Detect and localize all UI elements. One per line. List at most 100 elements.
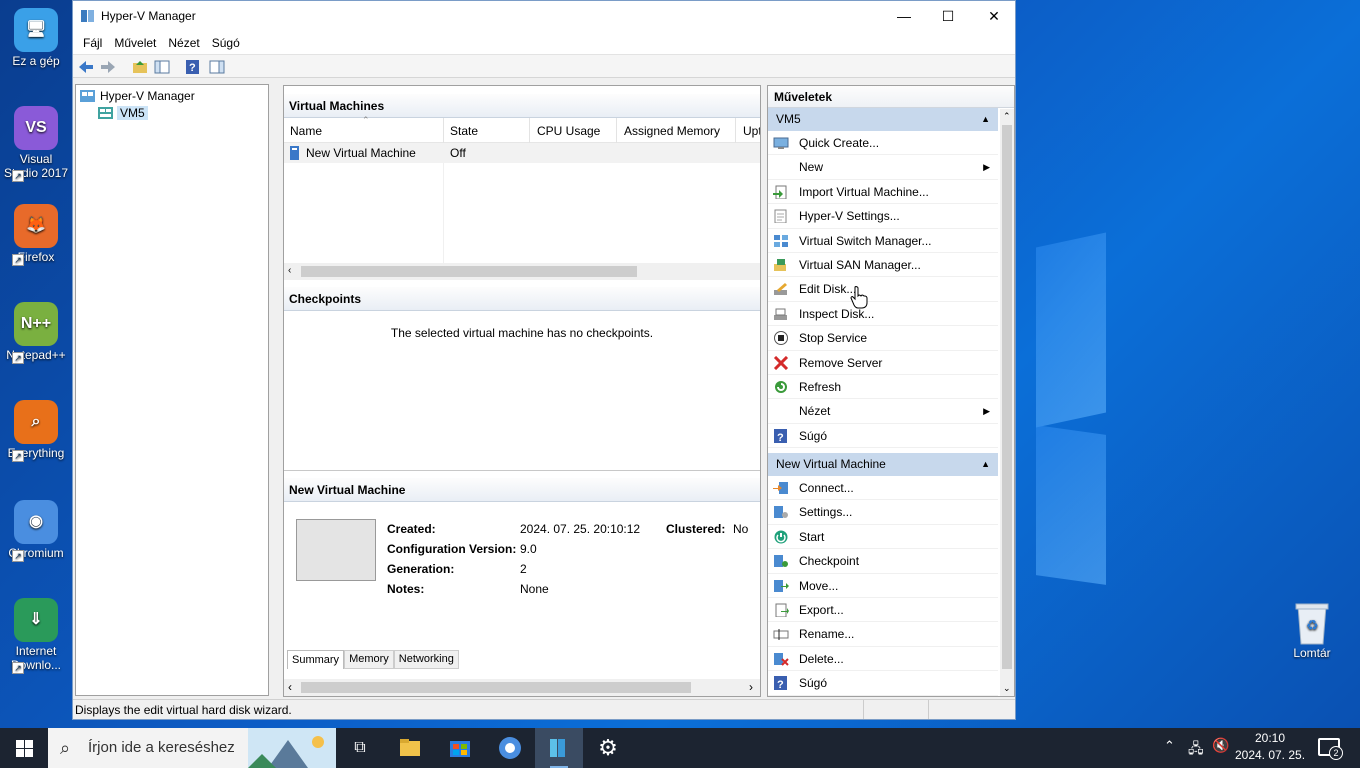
- show-hide-action-pane-icon[interactable]: [209, 59, 225, 75]
- vm-row[interactable]: New Virtual Machine Off: [284, 143, 760, 163]
- collapse-icon[interactable]: ▲: [981, 459, 990, 469]
- collapse-icon[interactable]: ▲: [981, 114, 990, 124]
- action-inspect-disk[interactable]: Inspect Disk...: [768, 302, 998, 327]
- clustered-value: No: [733, 522, 749, 536]
- action-connect[interactable]: Connect...: [768, 476, 998, 501]
- action-label: Quick Create...: [799, 136, 880, 150]
- action-refresh[interactable]: Refresh: [768, 375, 998, 400]
- tree-item-vm5[interactable]: VM5: [98, 106, 148, 120]
- action-stop-service[interactable]: Stop Service: [768, 326, 998, 351]
- show-hide-tree-icon[interactable]: [154, 59, 170, 75]
- hyperv-manager-icon: [80, 90, 95, 102]
- svg-text:?: ?: [189, 62, 196, 74]
- title-bar[interactable]: Hyper-V Manager — ☐ ✕: [73, 1, 1015, 32]
- hyperv-manager-taskbar-icon[interactable]: [535, 728, 583, 768]
- action-hyper-v-settings[interactable]: Hyper-V Settings...: [768, 204, 998, 229]
- shortcut-arrow-icon: ↗: [12, 450, 24, 462]
- action-center-icon[interactable]: 2: [1318, 738, 1343, 760]
- action-move[interactable]: Move...: [768, 574, 998, 599]
- recycle-bin-label: Lomtár: [1293, 646, 1331, 660]
- network-icon[interactable]: 🖧: [1188, 738, 1204, 762]
- menu-file[interactable]: Fájl: [77, 32, 108, 54]
- action-label: Edit Disk...: [799, 282, 857, 297]
- tab-summary[interactable]: Summary: [287, 650, 345, 669]
- shortcut-arrow-icon: ↗: [12, 662, 24, 674]
- action-import-virtual-machine[interactable]: Import Virtual Machine...: [768, 180, 998, 205]
- action-quick-create[interactable]: Quick Create...: [768, 131, 998, 156]
- show-hidden-icons-chevron-icon[interactable]: ⌃: [1164, 738, 1175, 754]
- vm-horizontal-scrollbar[interactable]: ‹: [284, 263, 760, 280]
- start-windows-icon[interactable]: [16, 740, 33, 757]
- forward-icon[interactable]: [100, 59, 116, 75]
- col-assigned-memory[interactable]: Assigned Memory: [624, 124, 720, 138]
- tab-networking[interactable]: Networking: [393, 650, 459, 669]
- task-view-icon[interactable]: ⧉: [336, 728, 384, 768]
- volume-muted-icon[interactable]: 🔇: [1212, 737, 1229, 754]
- action-label: Connect...: [799, 481, 854, 496]
- generation-value: 2: [520, 562, 527, 576]
- toolbar: ?: [73, 54, 1015, 78]
- taskbar-clock[interactable]: 20:10 2024. 07. 25.: [1232, 731, 1308, 762]
- action-settings[interactable]: Settings...: [768, 500, 998, 525]
- center-horizontal-scrollbar[interactable]: ‹ ›: [284, 679, 760, 696]
- action-delete[interactable]: Delete...: [768, 647, 998, 672]
- clock-time: 20:10: [1254, 731, 1286, 745]
- move-icon: [774, 579, 789, 592]
- actions-section-vm5[interactable]: VM5 ▲: [768, 108, 998, 131]
- action-checkpoint[interactable]: Checkpoint: [768, 549, 998, 574]
- desktop-icon-1[interactable]: ↗ VS Visual Studio 2017: [2, 106, 70, 182]
- action-export[interactable]: Export...: [768, 598, 998, 623]
- desktop-icon-6[interactable]: ↗ ⇓ Internet Downlo...: [2, 598, 70, 674]
- actions-header: Műveletek: [768, 86, 1014, 108]
- maximize-button[interactable]: ☐: [925, 1, 971, 32]
- desktop-icon-recycle-bin[interactable]: ♻ Lomtár: [1280, 600, 1344, 660]
- desktop-icon-5[interactable]: ↗ ◉ Chromium: [2, 500, 70, 562]
- action-virtual-switch-manager[interactable]: Virtual Switch Manager...: [768, 229, 998, 253]
- action-virtual-san-manager[interactable]: Virtual SAN Manager...: [768, 253, 998, 278]
- microsoft-store-icon[interactable]: [436, 728, 484, 768]
- action-nézet[interactable]: Nézet ▶: [768, 399, 998, 424]
- col-uptime[interactable]: Upt: [743, 124, 760, 138]
- desktop-icon-0[interactable]: 🖥 Ez a gép: [2, 8, 70, 68]
- desktop-icon-4[interactable]: ↗ ⌕ Everything: [2, 400, 70, 462]
- tree-root-hyperv-manager[interactable]: Hyper-V Manager: [80, 89, 195, 103]
- actions-vertical-scrollbar[interactable]: ⌃ ⌄: [1000, 109, 1014, 696]
- notes-label: Notes:: [387, 582, 425, 596]
- action-súgó[interactable]: ? Súgó: [768, 424, 998, 449]
- minimize-button[interactable]: —: [881, 1, 927, 32]
- action-new[interactable]: New ▶: [768, 155, 998, 180]
- action-súgó[interactable]: ? Súgó: [768, 671, 998, 696]
- vm-section-header: Virtual Machines: [284, 94, 760, 118]
- desktop-icon-3[interactable]: ↗ N++ Notepad++: [2, 302, 70, 364]
- col-state[interactable]: State: [450, 124, 478, 138]
- vm-name: New Virtual Machine: [306, 146, 416, 160]
- menu-help[interactable]: Súgó: [206, 32, 246, 54]
- back-icon[interactable]: [78, 59, 94, 75]
- tab-memory[interactable]: Memory: [344, 650, 394, 669]
- taskbar-search-box[interactable]: ⌕ Írjon ide a kereséshez: [48, 728, 336, 768]
- menu-view[interactable]: Nézet: [162, 32, 205, 54]
- section-vm5-label: VM5: [776, 112, 801, 126]
- submenu-arrow-icon: ▶: [983, 162, 990, 173]
- chromium-taskbar-icon[interactable]: [486, 728, 534, 768]
- up-folder-icon[interactable]: [132, 59, 148, 75]
- config-version-value: 9.0: [520, 542, 537, 556]
- menu-action[interactable]: Művelet: [108, 32, 162, 54]
- switch-icon: [774, 234, 788, 247]
- file-explorer-icon[interactable]: [386, 728, 434, 768]
- action-rename[interactable]: Rename...: [768, 622, 998, 647]
- action-remove-server[interactable]: Remove Server: [768, 351, 998, 375]
- settings-gear-icon[interactable]: ⚙: [584, 728, 632, 768]
- actions-section-new-vm[interactable]: New Virtual Machine ▲: [768, 453, 998, 477]
- checkpoints-section: Checkpoints The selected virtual machine…: [284, 287, 760, 471]
- help-icon: ?: [774, 428, 787, 443]
- action-start[interactable]: Start: [768, 525, 998, 550]
- help-icon[interactable]: ?: [185, 59, 201, 75]
- col-cpu-usage[interactable]: CPU Usage: [537, 124, 600, 138]
- action-label: Import Virtual Machine...: [799, 184, 929, 199]
- desktop-icon-2[interactable]: ↗ 🦊 Firefox: [2, 204, 70, 266]
- action-edit-disk[interactable]: Edit Disk...: [768, 277, 998, 302]
- close-button[interactable]: ✕: [971, 1, 1017, 32]
- action-label: Remove Server: [799, 355, 883, 370]
- col-name[interactable]: Name: [290, 124, 322, 138]
